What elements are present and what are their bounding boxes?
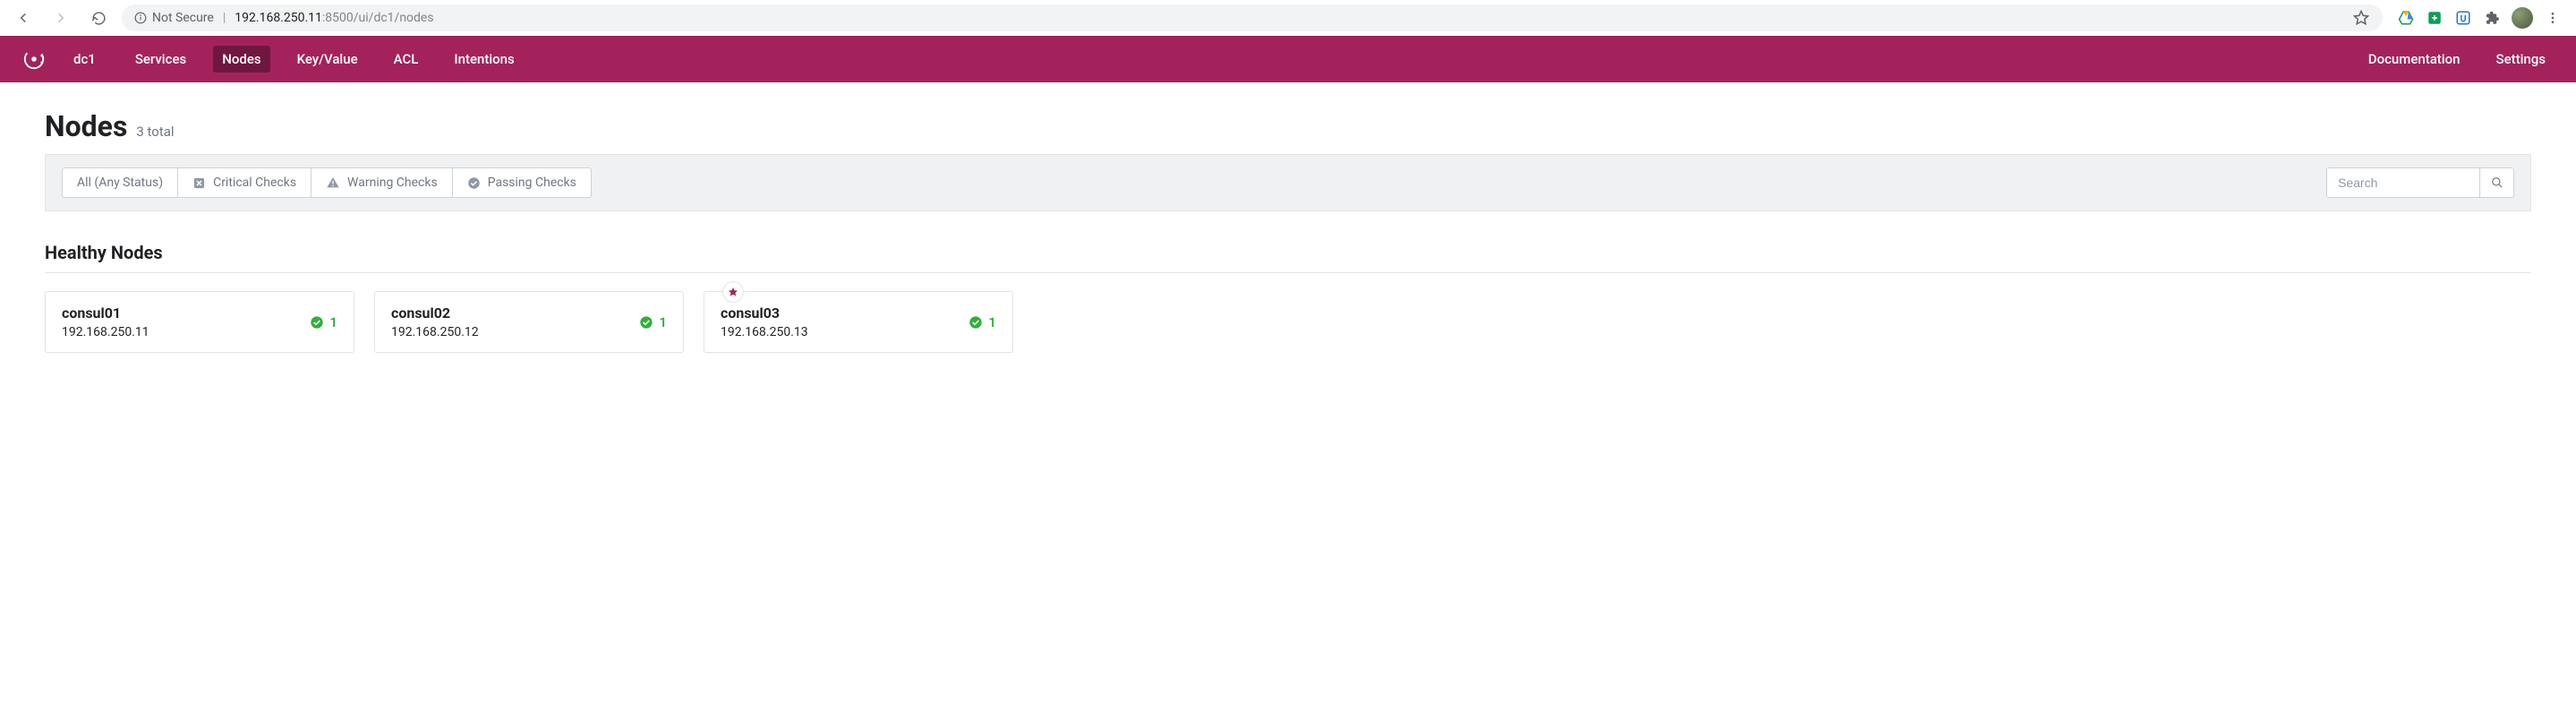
nav-documentation[interactable]: Documentation (2359, 46, 2469, 73)
nav-intentions[interactable]: Intentions (445, 46, 523, 73)
nav-kv[interactable]: Key/Value (288, 46, 367, 73)
datacenter-selector[interactable]: dc1 (64, 46, 105, 73)
node-health-count: 1 (968, 314, 996, 330)
security-indicator[interactable]: Not Secure (134, 11, 214, 25)
node-name: consul01 (62, 304, 149, 321)
filter-warning-label: Warning Checks (347, 176, 438, 190)
address-bar[interactable]: Not Secure | 192.168.250.11:8500/ui/dc1/… (122, 4, 2383, 31)
check-passing-icon (310, 315, 324, 330)
page-count: 3 total (136, 124, 174, 140)
filter-bar: All (Any Status) Critical Checks Warning… (45, 155, 2531, 211)
nav-nodes[interactable]: Nodes (213, 46, 269, 73)
filter-critical[interactable]: Critical Checks (178, 168, 311, 197)
node-grid: consul01 192.168.250.11 1 consul02 192.1… (45, 291, 2531, 353)
filter-passing[interactable]: Passing Checks (453, 168, 591, 197)
star-icon (728, 287, 738, 297)
nav-settings[interactable]: Settings (2486, 46, 2555, 73)
status-filter-tabs: All (Any Status) Critical Checks Warning… (62, 167, 592, 198)
page-header: Nodes 3 total (45, 109, 2531, 155)
filter-all[interactable]: All (Any Status) (63, 168, 178, 197)
security-label: Not Secure (152, 11, 214, 25)
drive-extension-icon[interactable] (2397, 9, 2415, 27)
extensions-puzzle-icon[interactable] (2483, 9, 2501, 27)
leader-badge (722, 281, 744, 303)
address-separator: | (223, 11, 226, 25)
node-health-count: 1 (639, 314, 667, 330)
browser-extensions (2392, 7, 2567, 29)
back-button[interactable] (9, 4, 38, 32)
main-nav: dc1 Services Nodes Key/Value ACL Intenti… (0, 36, 2576, 82)
check-passing-icon (639, 315, 653, 330)
extension-icon-u[interactable] (2454, 9, 2472, 27)
filter-warning[interactable]: Warning Checks (311, 168, 453, 197)
forward-button[interactable] (47, 4, 75, 32)
bookmark-star-icon[interactable] (2352, 9, 2370, 27)
node-card[interactable]: consul03 192.168.250.13 1 (704, 291, 1013, 353)
browser-toolbar: Not Secure | 192.168.250.11:8500/ui/dc1/… (0, 0, 2576, 36)
check-passing-icon (968, 315, 983, 330)
search-input[interactable] (2327, 168, 2479, 197)
search-container (2326, 167, 2514, 198)
sheets-extension-icon[interactable] (2426, 9, 2444, 27)
filter-all-label: All (Any Status) (77, 176, 163, 190)
node-health-count: 1 (310, 314, 337, 330)
nav-services[interactable]: Services (126, 46, 195, 73)
node-name: consul02 (391, 304, 479, 321)
warning-icon (326, 176, 340, 190)
node-ip: 192.168.250.13 (721, 325, 808, 339)
profile-avatar[interactable] (2512, 7, 2533, 29)
info-icon (134, 12, 147, 24)
url-text: 192.168.250.11:8500/ui/dc1/nodes (235, 11, 433, 25)
page-title: Nodes (45, 109, 127, 143)
node-card[interactable]: consul01 192.168.250.11 1 (45, 291, 354, 353)
filter-critical-label: Critical Checks (213, 176, 296, 190)
node-ip: 192.168.250.11 (62, 325, 149, 339)
main-content: Nodes 3 total All (Any Status) Critical … (0, 82, 2576, 380)
passing-icon (467, 176, 481, 190)
node-name: consul03 (721, 304, 808, 321)
reload-button[interactable] (84, 4, 113, 32)
chrome-menu-icon[interactable] (2544, 9, 2562, 27)
search-button[interactable] (2479, 168, 2513, 197)
node-ip: 192.168.250.12 (391, 325, 479, 339)
healthy-section-title: Healthy Nodes (45, 242, 2531, 273)
filter-passing-label: Passing Checks (488, 176, 576, 190)
node-card[interactable]: consul02 192.168.250.12 1 (374, 291, 684, 353)
critical-icon (192, 176, 206, 190)
search-icon (2491, 176, 2503, 189)
nav-acl[interactable]: ACL (385, 46, 428, 73)
consul-logo-icon[interactable] (21, 47, 47, 72)
